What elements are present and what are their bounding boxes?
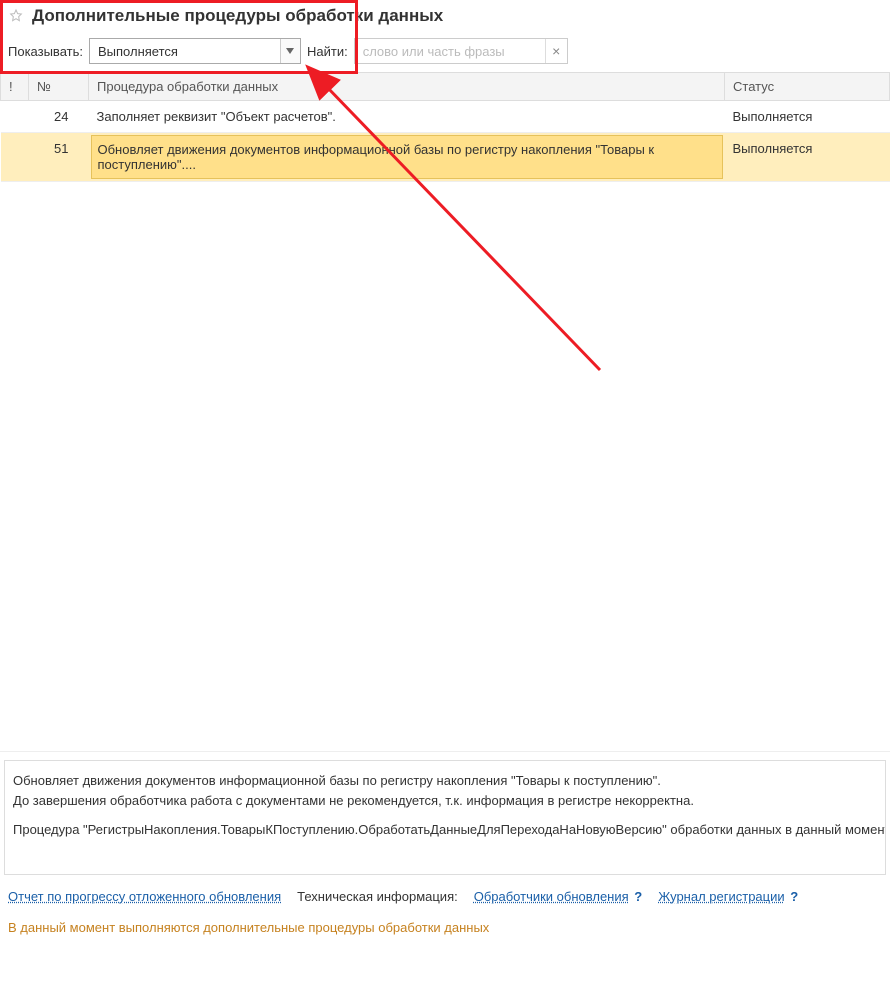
cell-num: 51 — [29, 133, 89, 182]
cell-status: Выполняется — [725, 101, 890, 133]
chevron-down-icon[interactable] — [280, 39, 300, 63]
cell-procedure: Заполняет реквизит "Объект расчетов". — [89, 101, 725, 133]
tech-info-label: Техническая информация: — [297, 889, 458, 904]
col-header-status[interactable]: Статус — [725, 73, 890, 101]
clear-search-icon[interactable]: × — [545, 39, 567, 63]
col-header-num[interactable]: № — [29, 73, 89, 101]
report-progress-link[interactable]: Отчет по прогрессу отложенного обновлени… — [8, 889, 281, 904]
links-bar: Отчет по прогрессу отложенного обновлени… — [0, 879, 890, 914]
help-icon[interactable]: ? — [787, 889, 799, 904]
show-filter-dropdown[interactable]: Выполняется — [89, 38, 301, 64]
search-field-wrap: × — [354, 38, 568, 64]
show-filter-value: Выполняется — [90, 44, 280, 59]
detail-line-3: Процедура "РегистрыНакопления.ТоварыКПос… — [13, 820, 877, 840]
cell-procedure: Обновляет движения документов информацио… — [89, 133, 725, 182]
search-input[interactable] — [355, 39, 545, 63]
col-header-procedure[interactable]: Процедура обработки данных — [89, 73, 725, 101]
table-row[interactable]: 24Заполняет реквизит "Объект расчетов".В… — [1, 101, 890, 133]
cell-mark — [1, 133, 29, 182]
detail-line-2: До завершения обработчика работа с докум… — [13, 791, 877, 811]
show-filter-label: Показывать: — [8, 44, 83, 59]
procedures-table-scroll[interactable]: ! № Процедура обработки данных Статус 24… — [0, 72, 890, 752]
detail-pane: Обновляет движения документов информацио… — [4, 760, 886, 875]
help-icon[interactable]: ? — [631, 889, 643, 904]
detail-line-1: Обновляет движения документов информацио… — [13, 771, 877, 791]
procedures-table: ! № Процедура обработки данных Статус 24… — [0, 72, 890, 182]
registration-journal-link[interactable]: Журнал регистрации — [658, 889, 784, 904]
cell-mark — [1, 101, 29, 133]
col-header-mark[interactable]: ! — [1, 73, 29, 101]
find-label: Найти: — [307, 44, 348, 59]
cell-status: Выполняется — [725, 133, 890, 182]
favorite-star-icon[interactable] — [8, 8, 24, 24]
page-title: Дополнительные процедуры обработки данны… — [32, 6, 443, 26]
table-row[interactable]: 51Обновляет движения документов информац… — [1, 133, 890, 182]
update-handlers-link[interactable]: Обработчики обновления — [474, 889, 629, 904]
cell-num: 24 — [29, 101, 89, 133]
status-footer: В данный момент выполняются дополнительн… — [0, 914, 890, 947]
